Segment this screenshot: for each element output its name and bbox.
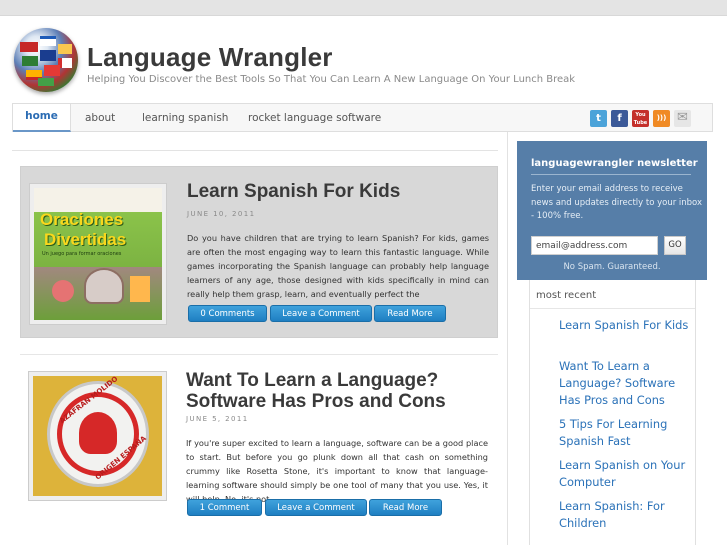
rss-icon[interactable]: ))) [653,110,670,127]
newsletter-go-button[interactable]: GO [664,236,686,255]
main-nav: home about learning spanish rocket langu… [12,103,713,132]
comments-button[interactable]: 0 Comments [188,305,267,322]
facebook-icon[interactable]: f [611,110,628,127]
read-more-button[interactable]: Read More [374,305,446,322]
post-thumbnail-board-game[interactable]: Oraciones Divertidas Un juego para forma… [30,184,166,324]
site-title[interactable]: Language Wrangler [87,42,333,73]
recent-posts-widget: most recent Learn Spanish For Kids Want … [529,280,696,545]
email-icon[interactable]: ✉ [674,110,691,127]
recent-post-link[interactable]: Learn Spanish: For Children [559,498,689,532]
recent-post-link[interactable]: Learn Spanish on Your Computer [559,457,689,491]
leave-comment-button[interactable]: Leave a Comment [270,305,372,322]
nav-item-learning-spanish[interactable]: learning spanish [142,104,228,131]
comments-button[interactable]: 1 Comment [187,499,262,516]
globe-logo-icon[interactable] [14,28,78,92]
post-date: JUNE 5, 2011 [186,415,249,423]
post-card: Oraciones Divertidas Un juego para forma… [20,166,498,338]
nav-item-home[interactable]: home [13,104,71,132]
post-date: JUNE 10, 2011 [187,210,256,218]
post-excerpt: Do you have children that are trying to … [187,233,489,299]
tree-illustration [52,280,74,302]
newsletter-description: Enter your email address to receive news… [531,184,703,221]
tin-emblem-illustration [79,412,117,454]
nav-item-about[interactable]: about [85,104,115,131]
page: Language Wrangler Helping You Discover t… [0,16,727,545]
newsletter-box: languagewrangler newsletter Enter your e… [517,141,707,280]
recent-posts-header: most recent [530,280,695,309]
newsletter-title: languagewrangler newsletter [531,158,698,169]
board-game-title-line-2: Divertidas [44,230,127,249]
twitter-icon[interactable]: t [590,110,607,127]
twitter-glyph: t [596,113,601,124]
post-title[interactable]: Want To Learn a Language? Software Has P… [186,370,486,412]
leave-comment-button[interactable]: Leave a Comment [265,499,367,516]
fountain-illustration [84,268,124,304]
browser-top-strip [0,0,727,16]
nav-item-rocket-language-software[interactable]: rocket language software [248,104,381,131]
recent-post-link[interactable]: Learn Spanish For Kids [559,317,689,334]
sidebar-rule [507,132,508,545]
newsletter-spam-note: No Spam. Guaranteed. [563,262,661,272]
board-game-subtitle: Un juego para formar oraciones [42,251,122,257]
post-card: AZAFRAN MOLIDO ORIGEN ESPAÑA Want To Lea… [20,364,498,532]
content-divider [12,150,498,151]
facebook-glyph: f [617,113,622,124]
post-title[interactable]: Learn Spanish For Kids [187,181,400,202]
email-glyph: ✉ [677,110,688,125]
board-game-title-line-1: Oraciones [40,210,124,229]
newsletter-email-input[interactable] [531,236,658,255]
site-tagline: Helping You Discover the Best Tools So T… [87,74,576,85]
read-more-button[interactable]: Read More [369,499,442,516]
post-thumbnail-saffron-tin[interactable]: AZAFRAN MOLIDO ORIGEN ESPAÑA [29,372,166,500]
newsletter-rule [531,174,691,175]
post-separator [20,354,498,355]
post-excerpt: If you're super excited to learn a langu… [186,438,488,504]
recent-post-link[interactable]: 5 Tips For Learning Spanish Fast [559,416,689,450]
youtube-glyph: You Tube [633,112,648,126]
rss-glyph: ))) [656,114,667,122]
house-illustration [130,276,150,302]
recent-post-link[interactable]: Want To Learn a Language? Software Has P… [559,358,689,409]
youtube-icon[interactable]: You Tube [632,110,649,127]
recent-posts-title: most recent [536,290,597,301]
